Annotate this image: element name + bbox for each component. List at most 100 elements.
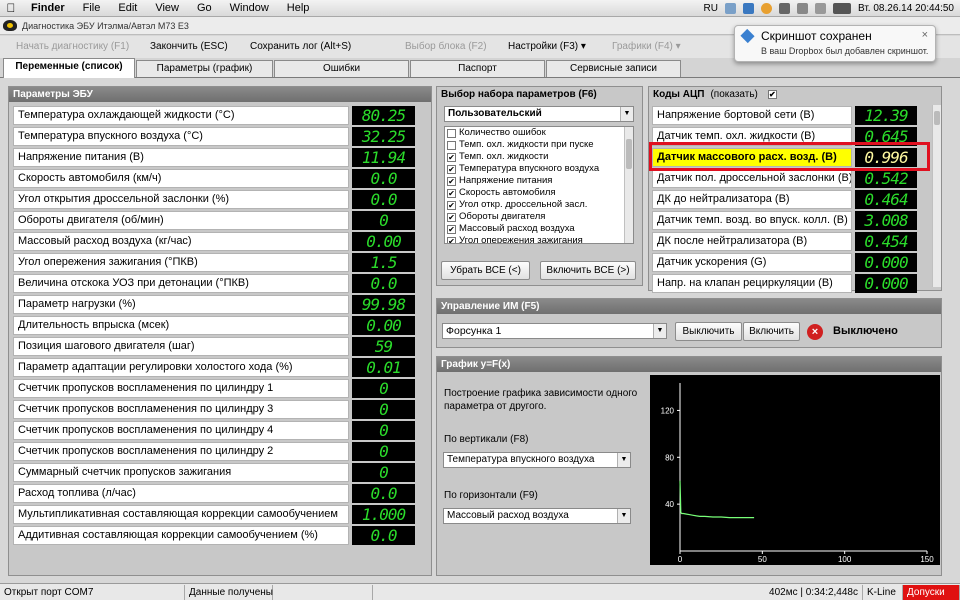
graph-title: График y=F(x) [437,357,941,372]
vertical-axis-label: По вертикали (F8) [444,434,529,445]
param-checklist-item[interactable]: ✔ Угол опережения зажигания [445,235,633,244]
chevron-down-icon[interactable]: ▼ [620,107,633,121]
ecu-param-value: 0 [352,463,415,482]
clock[interactable]: Вт. 08.26.14 20:44:50 [858,3,954,14]
checkbox[interactable] [447,140,456,150]
tray-app-icon[interactable] [725,3,736,14]
menu-window[interactable]: Window [221,2,278,14]
checklist-scrollbar[interactable] [624,127,633,243]
vertical-axis-select[interactable]: Температура впускного воздуха ▼ [443,452,631,468]
param-checklist-item[interactable]: ✔ Массовый расход воздуха [445,223,633,235]
start-diagnostics-button[interactable]: Начать диагностику (F1) [16,41,129,52]
dropbox-notification[interactable]: Скриншот сохранен В ваш Dropbox был доба… [734,25,936,62]
checkbox[interactable]: ✔ [447,164,456,174]
param-checklist-item[interactable]: ✔ Температура впускного воздуха [445,163,633,175]
ecu-param-row: Температура впускного воздуха (°C) 32.25 [13,127,415,148]
adc-panel: Коды АЦП (показать) ✔ Напряжение бортово… [648,86,942,293]
ecu-param-label: Счетчик пропусков воспламенения по цилин… [13,442,349,461]
adc-row: Напряжение бортовой сети (В) 12.39 [652,106,932,127]
checklist-item-label: Темп. охл. жидкости при пуске [459,139,594,150]
checkbox[interactable]: ✔ [447,224,456,234]
adc-row: Датчик темп. возд. во впуск. колл. (В) 3.… [652,211,932,232]
adc-label: Датчик массового расх. возд. (В) [652,148,852,167]
param-checklist-item[interactable]: ✔ Напряжение питания [445,175,633,187]
dropbox-icon[interactable] [743,3,754,14]
checklist-item-label: Скорость автомобиля [459,187,556,198]
dropbox-message: В ваш Dropbox был добавлен скриншот. [761,46,929,56]
turn-on-button[interactable]: Включить [743,322,800,341]
adc-show-checkbox[interactable]: ✔ [767,90,777,99]
checklist-item-label: Массовый расход воздуха [459,223,575,234]
menu-edit[interactable]: Edit [109,2,146,14]
ecu-param-label: Массовый расход воздуха (кг/час) [13,232,349,251]
actuator-select[interactable]: Форсунка 1 ▼ [442,323,667,339]
param-checklist[interactable]: Количество ошибок Темп. охл. жидкости при… [444,126,634,244]
param-checklist-item[interactable]: Темп. охл. жидкости при пуске [445,139,633,151]
chevron-down-icon[interactable]: ▼ [617,509,630,523]
adc-value: 3.008 [855,211,917,230]
dropbox-title: Скриншот сохранен [761,29,872,43]
mac-menu-bar:  Finder File Edit View Go Window Help R… [0,0,960,17]
input-language[interactable]: RU [704,3,718,14]
select-block-button[interactable]: Выбор блока (F2) [405,41,487,52]
ecu-param-value: 0 [352,421,415,440]
close-icon[interactable]: × [922,29,928,41]
checkbox[interactable]: ✔ [447,236,456,243]
param-checklist-item[interactable]: ✔ Темп. охл. жидкости [445,151,633,163]
menu-view[interactable]: View [146,2,188,14]
checkbox[interactable]: ✔ [447,212,456,222]
apple-icon[interactable]:  [0,1,22,15]
status-protocol: K-Line [863,585,903,600]
display-icon[interactable] [779,3,790,14]
menu-help[interactable]: Help [278,2,319,14]
ecu-param-value: 32.25 [352,127,415,146]
menu-file[interactable]: File [74,2,110,14]
wifi-icon[interactable] [797,3,808,14]
tab-passport[interactable]: Паспорт [410,60,545,77]
chevron-down-icon[interactable]: ▼ [617,453,630,467]
tab-errors[interactable]: Ошибки [274,60,409,77]
save-log-button[interactable]: Сохранить лог (Alt+S) [250,41,351,52]
param-checklist-item[interactable]: ✔ Угол откр. дроссельной засл. [445,199,633,211]
adc-header: Коды АЦП (показать) ✔ [649,87,941,102]
settings-menu[interactable]: Настройки (F3) ▾ [508,41,586,52]
tab-service-records[interactable]: Сервисные записи [546,60,681,77]
turn-off-button[interactable]: Выключить [675,322,742,341]
graphs-menu[interactable]: Графики (F4) ▾ [612,41,681,52]
checkbox[interactable] [447,128,456,138]
ecu-param-row: Величина отскока УОЗ при детонации (°ПКВ… [13,274,415,295]
ecu-param-label: Суммарный счетчик пропусков зажигания [13,463,349,482]
adc-value: 0.645 [855,127,917,146]
adc-label: Датчик темп. охл. жидкости (В) [652,127,852,146]
battery-icon[interactable] [833,3,851,14]
menu-go[interactable]: Go [188,2,221,14]
notify-icon[interactable] [761,3,772,14]
param-set-select[interactable]: Пользовательский ▼ [444,106,634,122]
checkbox[interactable]: ✔ [447,176,456,186]
ecu-param-row: Мультипликативная составляющая коррекции… [13,505,415,526]
param-checklist-item[interactable]: ✔ Обороты двигателя [445,211,633,223]
ecu-param-row: Расход топлива (л/час) 0.0 [13,484,415,505]
checkbox[interactable]: ✔ [447,152,456,162]
add-all-button[interactable]: Включить ВСЕ (>) [540,261,636,280]
param-checklist-item[interactable]: ✔ Скорость автомобиля [445,187,633,199]
tab-variables-list[interactable]: Переменные (список) [3,58,135,78]
param-set-value: Пользовательский [448,108,542,119]
adc-scrollbar[interactable] [932,105,941,287]
adc-row: Напр. на клапан рециркуляции (В) 0.000 [652,274,932,295]
ecu-params-title: Параметры ЭБУ [9,87,431,102]
checklist-item-label: Угол опережения зажигания [459,235,583,244]
ecu-param-row: Температура охлаждающей жидкости (°C) 80.… [13,106,415,127]
volume-icon[interactable] [815,3,826,14]
checkbox[interactable]: ✔ [447,188,456,198]
horizontal-axis-select[interactable]: Массовый расход воздуха ▼ [443,508,631,524]
chevron-down-icon[interactable]: ▼ [653,324,666,338]
y-tick-label: 120 [661,406,675,415]
remove-all-button[interactable]: Убрать ВСЕ (<) [441,261,530,280]
checkbox[interactable]: ✔ [447,200,456,210]
finish-button[interactable]: Закончить (ESC) [150,41,228,52]
tab-params-graph[interactable]: Параметры (график) [136,60,273,77]
menu-finder[interactable]: Finder [22,2,74,14]
adc-label: Датчик темп. возд. во впуск. колл. (В) [652,211,852,230]
param-checklist-item[interactable]: Количество ошибок [445,127,633,139]
